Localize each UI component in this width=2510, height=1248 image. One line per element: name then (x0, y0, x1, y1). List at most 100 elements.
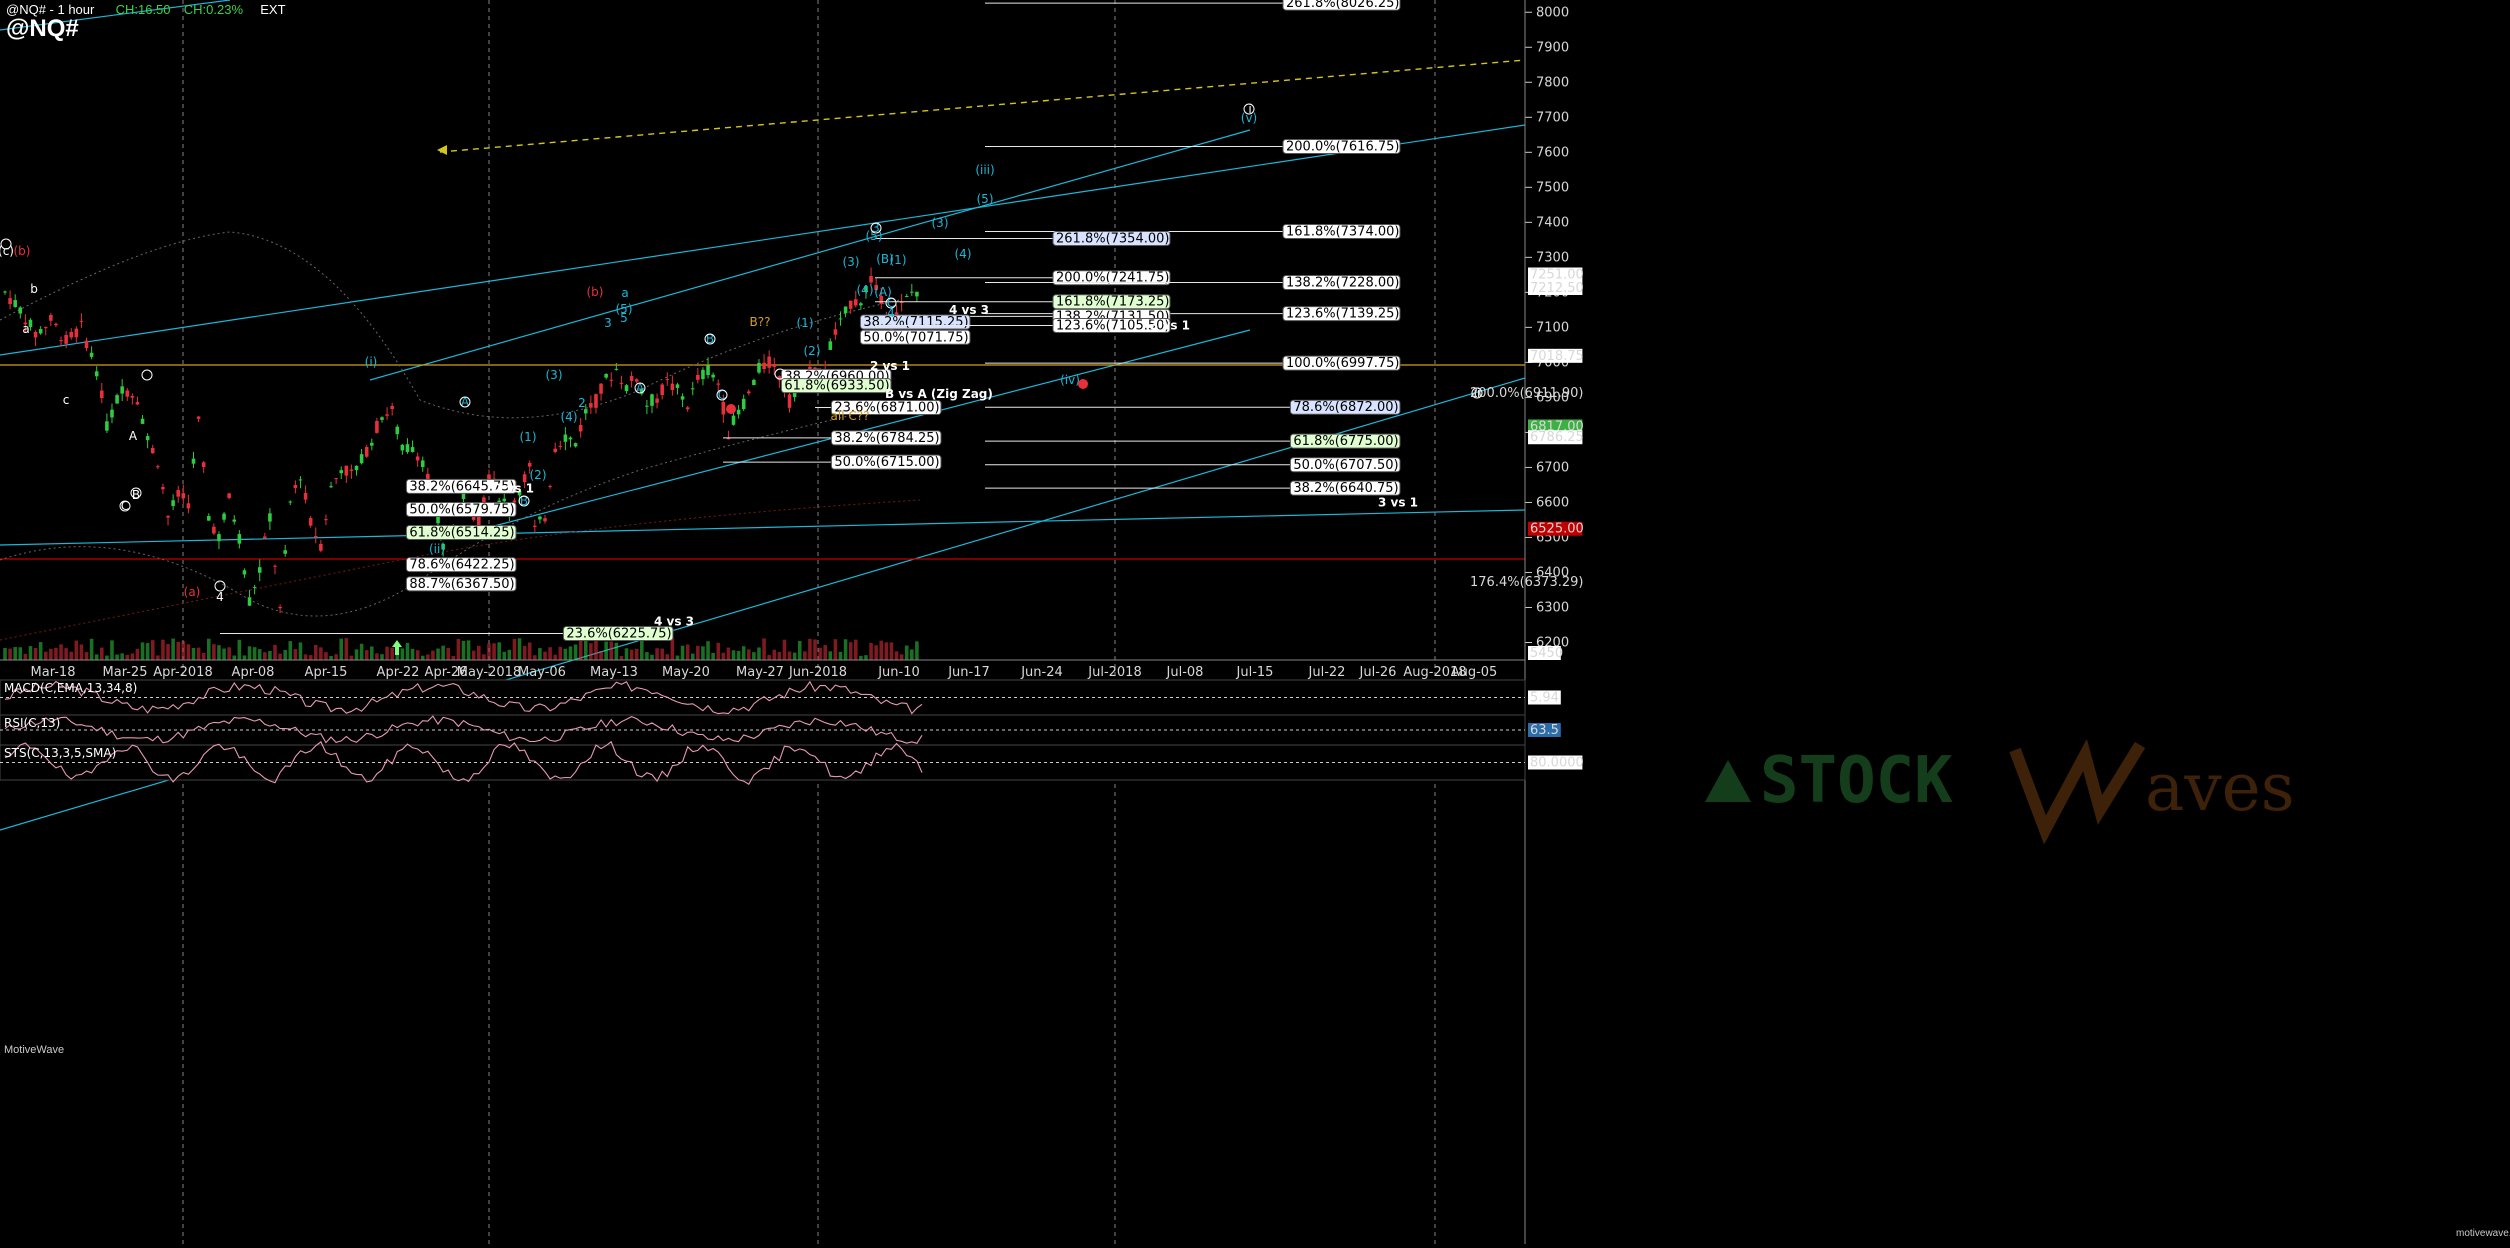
x-tick-label: Aug-05 (1451, 665, 1498, 680)
wave-label: (i) (365, 355, 378, 369)
volume-bar (120, 653, 124, 660)
volume-bar (568, 646, 573, 660)
candle-body (3, 291, 7, 293)
watermark-stock: STOCK (1760, 744, 1953, 818)
volume-bar (792, 652, 797, 660)
candle-body (232, 519, 237, 522)
candle-body (89, 352, 94, 357)
volume-bar (752, 652, 756, 660)
indicator-value: 63.5 (1530, 723, 1559, 738)
volume-bar (263, 652, 267, 660)
fib-label: 123.6%(7139.25) (1286, 307, 1399, 322)
volume-bar (553, 654, 557, 660)
x-tick-label: May-06 (518, 665, 566, 680)
x-tick-label: Mar-25 (103, 665, 148, 680)
volume-bar (370, 646, 374, 660)
volume-bar (156, 655, 160, 660)
warning-dot-icon (1078, 379, 1088, 389)
fib-label: 200.0%(7241.75) (1056, 271, 1169, 286)
x-tick-label: May-13 (590, 665, 638, 680)
volume-bar (471, 650, 476, 660)
volume-bar (161, 639, 165, 660)
x-tick-label: Apr-22 (377, 665, 420, 680)
volume-bar (675, 655, 680, 660)
wave-label: B?? (750, 315, 771, 329)
volume-bar (726, 647, 731, 660)
volume-bar (685, 644, 690, 660)
fib-label: 78.6%(6872.00) (1293, 400, 1398, 415)
candle-body (120, 386, 124, 394)
volume-bar (538, 648, 542, 660)
volume-bar (3, 648, 7, 660)
fib-label: 261.8%(7354.00) (1056, 231, 1169, 246)
wave-label: (4) (561, 410, 578, 424)
volume-bar (222, 648, 226, 660)
candle-body (762, 362, 766, 370)
fib-label: 161.8%(7173.25) (1056, 295, 1169, 310)
volume-bar (28, 646, 33, 660)
candle-body (701, 369, 705, 380)
volume-bar (833, 639, 838, 660)
candle-body (752, 379, 756, 386)
volume-bar (441, 645, 445, 660)
fib-label: 61.8%(6933.50) (784, 379, 889, 394)
fib-label: 23.6%(6225.75) (566, 626, 671, 641)
y-tick-label: 7500 (1536, 180, 1569, 195)
fib-label: 50.0%(6579.75) (409, 503, 514, 518)
candle-body (716, 383, 721, 385)
wave-note: 3 vs 1 (1150, 319, 1190, 333)
candle-body (49, 314, 53, 321)
volume-bar (747, 649, 751, 660)
volume-bar (375, 653, 379, 660)
volume-bar (533, 655, 537, 660)
candle-body (619, 382, 624, 384)
wave-label: (1) (520, 430, 537, 444)
volume-bar (257, 649, 262, 660)
volume-bar (64, 648, 68, 660)
volume-bar (604, 641, 608, 660)
volume-bar (206, 638, 211, 660)
volume-bar (507, 649, 512, 660)
volume-bar (94, 654, 99, 660)
volume-bar (548, 647, 552, 660)
volume-bar (74, 640, 79, 660)
candle-body (410, 447, 415, 452)
wave-label: (2) (530, 468, 547, 482)
wave-label: (b) (14, 244, 31, 258)
candle-body (731, 415, 736, 425)
candle-body (206, 516, 211, 521)
volume-bar (690, 653, 695, 660)
candle-body (145, 436, 150, 441)
volume-bar (818, 647, 822, 660)
volume-bar (634, 648, 639, 660)
candle-body (171, 500, 175, 506)
volume-bar (313, 644, 318, 660)
candle-body (217, 534, 221, 542)
volume-bar (59, 644, 63, 660)
volume-bar (777, 651, 782, 660)
candle-body (833, 329, 838, 335)
wave-note: 2 vs 1 (494, 481, 534, 495)
volume-bar (808, 638, 812, 660)
wave-note: 4 vs 3 (949, 303, 989, 317)
candle-body (222, 513, 226, 520)
x-tick-label: Jul-26 (1359, 665, 1397, 680)
price-chart[interactable]: 261.8%(8026.25) 200.0%(7616.75) 161.8%(737… (0, 0, 2510, 1244)
volume-bar (894, 651, 899, 660)
volume-bar (456, 638, 461, 660)
y-tick-label: 7900 (1536, 40, 1569, 55)
volume-bar (828, 651, 833, 660)
fib-label: 38.2%(7115.25) (863, 315, 968, 330)
watermark-mark: STOCK aves (1705, 738, 2295, 845)
volume-bar (212, 644, 216, 660)
volume-bar (665, 654, 670, 660)
candle-body (359, 454, 364, 464)
candle-body (533, 525, 537, 527)
volume-bar (145, 643, 150, 660)
volume-bar (385, 646, 389, 660)
candle-body (54, 323, 58, 326)
volume-bar (431, 650, 435, 660)
indicator-value: 5.94 (1530, 691, 1559, 706)
volume-bar (772, 649, 777, 660)
volume-bar (859, 655, 863, 660)
